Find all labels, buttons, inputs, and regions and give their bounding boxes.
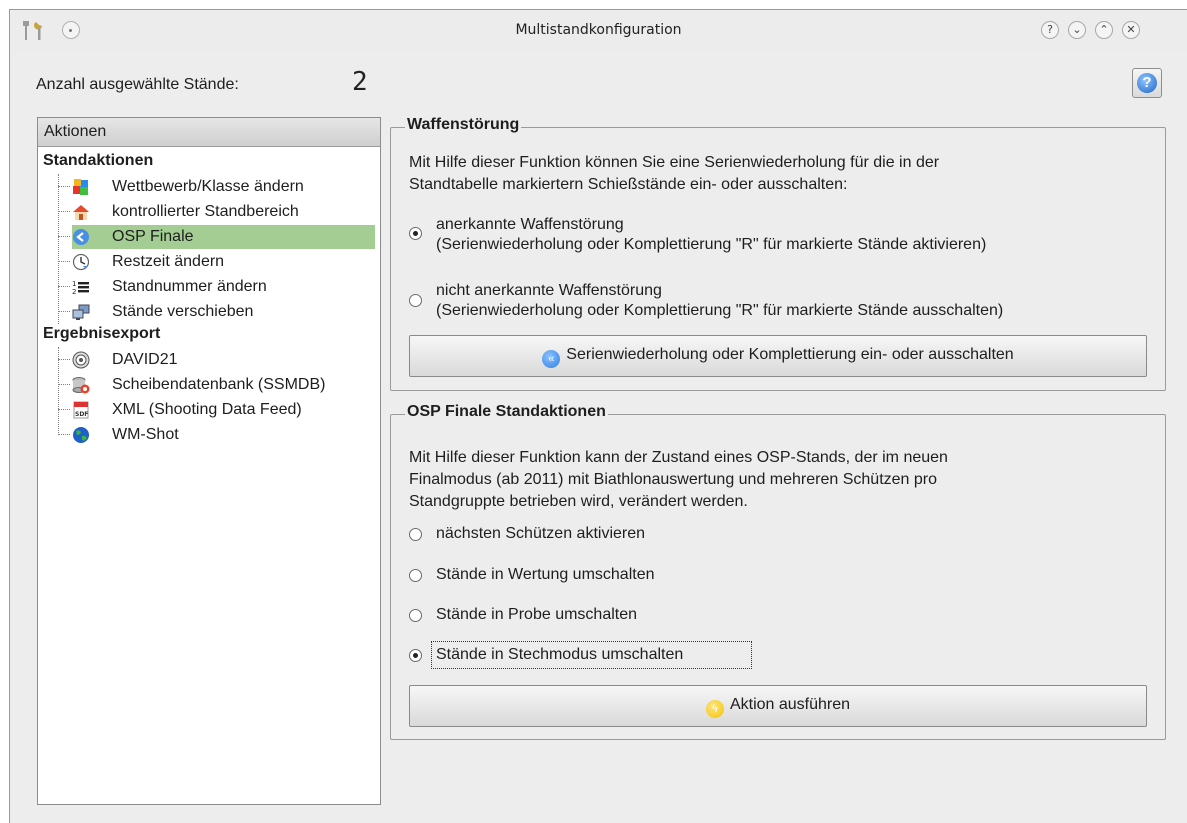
tree-item-label: XML (Shooting Data Feed) [112,401,302,418]
tree-group-standaktionen[interactable]: Standaktionen [43,152,153,170]
house-icon [73,205,89,220]
title-bar: Multistandkonfiguration ? ⌄ ⌃ ✕ [10,10,1187,52]
svg-text:SDF: SDF [75,411,88,418]
globe-icon [73,427,89,443]
actions-tree[interactable]: Aktionen Standaktionen Wettbewerb/Klasse… [37,117,381,805]
tree-item-xml[interactable]: SDF XML (Shooting Data Feed) [72,398,375,422]
tree-group-ergebnisexport[interactable]: Ergebnisexport [43,325,160,343]
clock-icon [72,253,90,271]
radio-button[interactable] [409,609,422,622]
osp-finale-description: Mit Hilfe dieser Funktion kann der Zusta… [409,449,948,510]
database-icon [72,377,90,394]
osp-finale-title: OSP Finale Standaktionen [405,403,608,421]
waffenstoerung-title: Waffenstörung [405,116,522,134]
tree-item-label: Stände verschieben [112,303,254,320]
tree-item-ssmdb[interactable]: Scheibendatenbank (SSMDB) [72,373,375,397]
lightning-icon: ϟ [705,700,724,718]
waffenstoerung-group: Waffenstörung Mit Hilfe dieser Funktion … [390,116,1166,391]
help-button[interactable]: ? [1132,68,1162,98]
window-title: Multistandkonfiguration [515,22,682,38]
radio-button[interactable] [409,569,422,582]
tree-item-kontrollierter-standbereich[interactable]: kontrollierter Standbereich [72,200,375,224]
rewind-icon: « [542,350,561,368]
tree-item-wettbewerb[interactable]: Wettbewerb/Klasse ändern [72,175,375,199]
tree-item-osp-finale[interactable]: OSP Finale [72,225,375,249]
context-help-button[interactable]: ? [1041,21,1059,39]
tree-item-label: kontrollierter Standbereich [112,203,299,220]
tree-item-david21[interactable]: DAVID21 [72,348,375,372]
tree-item-label: WM-Shot [112,426,179,443]
minimize-button[interactable]: ⌄ [1068,21,1086,39]
aktion-ausfuehren-button[interactable]: ϟ Aktion ausführen [409,685,1147,727]
serienwiederholung-button[interactable]: «Serienwiederholung oder Komplettierung … [409,335,1147,377]
tree-item-label: Scheibendatenbank (SSMDB) [112,376,326,393]
radio-button[interactable] [409,227,422,240]
svg-text:1: 1 [72,280,76,288]
selected-stands-count: 2 [352,67,368,97]
tree-item-wm-shot[interactable]: WM-Shot [72,423,375,447]
tree-item-label: DAVID21 [112,351,178,368]
multistand-window: Multistandkonfiguration ? ⌄ ⌃ ✕ Anzahl a… [9,9,1187,823]
tree-header[interactable]: Aktionen [38,118,380,147]
tree-item-label: Wettbewerb/Klasse ändern [112,178,304,195]
help-icon: ? [1137,73,1157,93]
blocks-icon [73,179,88,195]
close-button[interactable]: ✕ [1122,21,1140,39]
tree-item-label: OSP Finale [112,228,194,245]
monitors-icon [72,304,90,320]
maximize-button[interactable]: ⌃ [1095,21,1113,39]
radio-button[interactable] [409,649,422,662]
radio-button[interactable] [409,294,422,307]
numbered-list-icon: 12 [72,280,89,296]
tree-item-standnummer[interactable]: 12 Standnummer ändern [72,275,375,299]
selected-stands-label: Anzahl ausgewählte Stände: [36,76,239,93]
back-arrow-icon [73,229,89,245]
waffenstoerung-description: Mit Hilfe dieser Funktion können Sie ein… [409,154,940,193]
disc-icon [72,351,90,369]
tree-item-label: Standnummer ändern [112,278,267,295]
tree-item-staende-verschieben[interactable]: Stände verschieben [72,300,375,324]
sdf-file-icon: SDF [73,401,89,419]
osp-finale-group: OSP Finale Standaktionen Mit Hilfe diese… [390,403,1166,740]
radio-button[interactable] [409,528,422,541]
tree-item-restzeit[interactable]: Restzeit ändern [72,250,375,274]
tree-item-label: Restzeit ändern [112,253,225,270]
svg-text:2: 2 [72,288,76,296]
